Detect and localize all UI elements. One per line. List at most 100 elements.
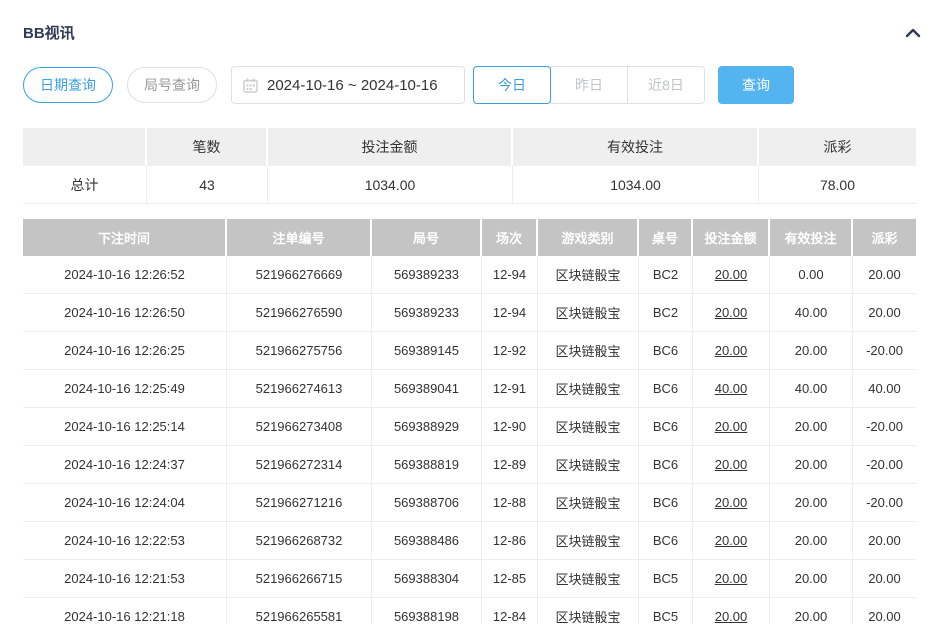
summary-table: 笔数 投注金额 有效投注 派彩 总计 43 1034.00 1034.00 78… — [23, 128, 916, 204]
round-query-tab[interactable]: 局号查询 — [127, 67, 217, 103]
valid-bet-cell: 20.00 — [770, 484, 853, 522]
summary-total-row: 总计 43 1034.00 1034.00 78.00 — [23, 166, 916, 204]
payout-cell: -20.00 — [853, 332, 916, 370]
round-id-cell: 569388929 — [372, 408, 482, 446]
game-type-cell: 区块链骰宝 — [538, 598, 639, 624]
table-row: 2024-10-16 12:25:14 521966273408 5693889… — [23, 408, 916, 446]
bet-amount-link[interactable]: 20.00 — [693, 522, 770, 560]
bet-time-cell: 2024-10-16 12:24:37 — [23, 446, 227, 484]
header-bet-amount: 投注金额 — [693, 219, 770, 256]
round-id-cell: 569388304 — [372, 560, 482, 598]
round-id-cell: 569388198 — [372, 598, 482, 624]
table-row: 2024-10-16 12:25:49 521966274613 5693890… — [23, 370, 916, 408]
order-id-cell: 521966266715 — [227, 560, 372, 598]
summary-total-label: 总计 — [23, 166, 147, 204]
bb-video-panel: BB视讯 日期查询 局号查询 2024-10-16 ~ 2024-10-16 — [0, 0, 947, 624]
payout-cell: 20.00 — [853, 294, 916, 332]
bet-amount-link[interactable]: 20.00 — [693, 294, 770, 332]
payout-cell: -20.00 — [853, 484, 916, 522]
order-id-cell: 521966271216 — [227, 484, 372, 522]
table-row: 2024-10-16 12:22:53 521966268732 5693884… — [23, 522, 916, 560]
table-no-cell: BC5 — [639, 598, 693, 624]
last8days-button[interactable]: 近8日 — [627, 66, 705, 104]
date-query-tab[interactable]: 日期查询 — [23, 67, 113, 103]
payout-cell: 20.00 — [853, 560, 916, 598]
payout-cell: -20.00 — [853, 446, 916, 484]
table-no-cell: BC2 — [639, 294, 693, 332]
header-order-id: 注单编号 — [227, 219, 372, 256]
payout-cell: 20.00 — [853, 598, 916, 624]
valid-bet-cell: 20.00 — [770, 560, 853, 598]
page-title: BB视讯 — [23, 22, 75, 43]
order-id-cell: 521966272314 — [227, 446, 372, 484]
panel-header: BB视讯 — [23, 0, 924, 43]
table-no-cell: BC6 — [639, 332, 693, 370]
table-row: 2024-10-16 12:26:50 521966276590 5693892… — [23, 294, 916, 332]
valid-bet-cell: 20.00 — [770, 598, 853, 624]
header-round-id: 局号 — [372, 219, 482, 256]
date-range-input[interactable]: 2024-10-16 ~ 2024-10-16 — [231, 66, 465, 104]
session-cell: 12-94 — [482, 256, 538, 294]
summary-count-value: 43 — [147, 166, 268, 204]
table-no-cell: BC6 — [639, 484, 693, 522]
today-button[interactable]: 今日 — [473, 66, 551, 104]
bet-time-cell: 2024-10-16 12:25:49 — [23, 370, 227, 408]
bet-amount-link[interactable]: 20.00 — [693, 446, 770, 484]
valid-bet-cell: 20.00 — [770, 522, 853, 560]
order-id-cell: 521966275756 — [227, 332, 372, 370]
bet-amount-link[interactable]: 20.00 — [693, 598, 770, 624]
order-id-cell: 521966273408 — [227, 408, 372, 446]
header-payout: 派彩 — [853, 219, 916, 256]
summary-header-bet-amount: 投注金额 — [268, 128, 513, 166]
yesterday-button[interactable]: 昨日 — [550, 66, 628, 104]
header-session: 场次 — [482, 219, 538, 256]
bet-amount-link[interactable]: 20.00 — [693, 332, 770, 370]
session-cell: 12-85 — [482, 560, 538, 598]
payout-cell: 40.00 — [853, 370, 916, 408]
session-cell: 12-90 — [482, 408, 538, 446]
records-body: 2024-10-16 12:26:52 521966276669 5693892… — [23, 256, 916, 624]
table-no-cell: BC6 — [639, 408, 693, 446]
chevron-up-icon — [904, 27, 922, 42]
collapse-button[interactable] — [902, 25, 924, 41]
session-cell: 12-92 — [482, 332, 538, 370]
table-row: 2024-10-16 12:24:04 521966271216 5693887… — [23, 484, 916, 522]
summary-valid-bet-value: 1034.00 — [513, 166, 759, 204]
valid-bet-cell: 0.00 — [770, 256, 853, 294]
order-id-cell: 521966274613 — [227, 370, 372, 408]
payout-cell: -20.00 — [853, 408, 916, 446]
search-button[interactable]: 查询 — [718, 66, 794, 104]
bet-time-cell: 2024-10-16 12:25:14 — [23, 408, 227, 446]
bet-amount-link[interactable]: 20.00 — [693, 408, 770, 446]
bet-amount-link[interactable]: 40.00 — [693, 370, 770, 408]
payout-cell: 20.00 — [853, 256, 916, 294]
header-bet-time: 下注时间 — [23, 219, 227, 256]
table-row: 2024-10-16 12:26:52 521966276669 5693892… — [23, 256, 916, 294]
table-row: 2024-10-16 12:21:18 521966265581 5693881… — [23, 598, 916, 624]
round-id-cell: 569389041 — [372, 370, 482, 408]
round-id-cell: 569388706 — [372, 484, 482, 522]
bet-time-cell: 2024-10-16 12:26:50 — [23, 294, 227, 332]
game-type-cell: 区块链骰宝 — [538, 256, 639, 294]
table-no-cell: BC6 — [639, 522, 693, 560]
quick-range-group: 今日 昨日 近8日 — [473, 66, 705, 104]
bet-amount-link[interactable]: 20.00 — [693, 484, 770, 522]
summary-header-payout: 派彩 — [759, 128, 916, 166]
round-id-cell: 569388486 — [372, 522, 482, 560]
session-cell: 12-88 — [482, 484, 538, 522]
bet-amount-link[interactable]: 20.00 — [693, 560, 770, 598]
round-id-cell: 569388819 — [372, 446, 482, 484]
valid-bet-cell: 40.00 — [770, 294, 853, 332]
header-game-type: 游戏类别 — [538, 219, 639, 256]
table-no-cell: BC6 — [639, 446, 693, 484]
valid-bet-cell: 40.00 — [770, 370, 853, 408]
summary-payout-value: 78.00 — [759, 166, 916, 204]
game-type-cell: 区块链骰宝 — [538, 294, 639, 332]
table-row: 2024-10-16 12:26:25 521966275756 5693891… — [23, 332, 916, 370]
table-row: 2024-10-16 12:24:37 521966272314 5693888… — [23, 446, 916, 484]
bet-time-cell: 2024-10-16 12:22:53 — [23, 522, 227, 560]
bet-amount-link[interactable]: 20.00 — [693, 256, 770, 294]
game-type-cell: 区块链骰宝 — [538, 484, 639, 522]
header-valid-bet: 有效投注 — [770, 219, 853, 256]
game-type-cell: 区块链骰宝 — [538, 370, 639, 408]
